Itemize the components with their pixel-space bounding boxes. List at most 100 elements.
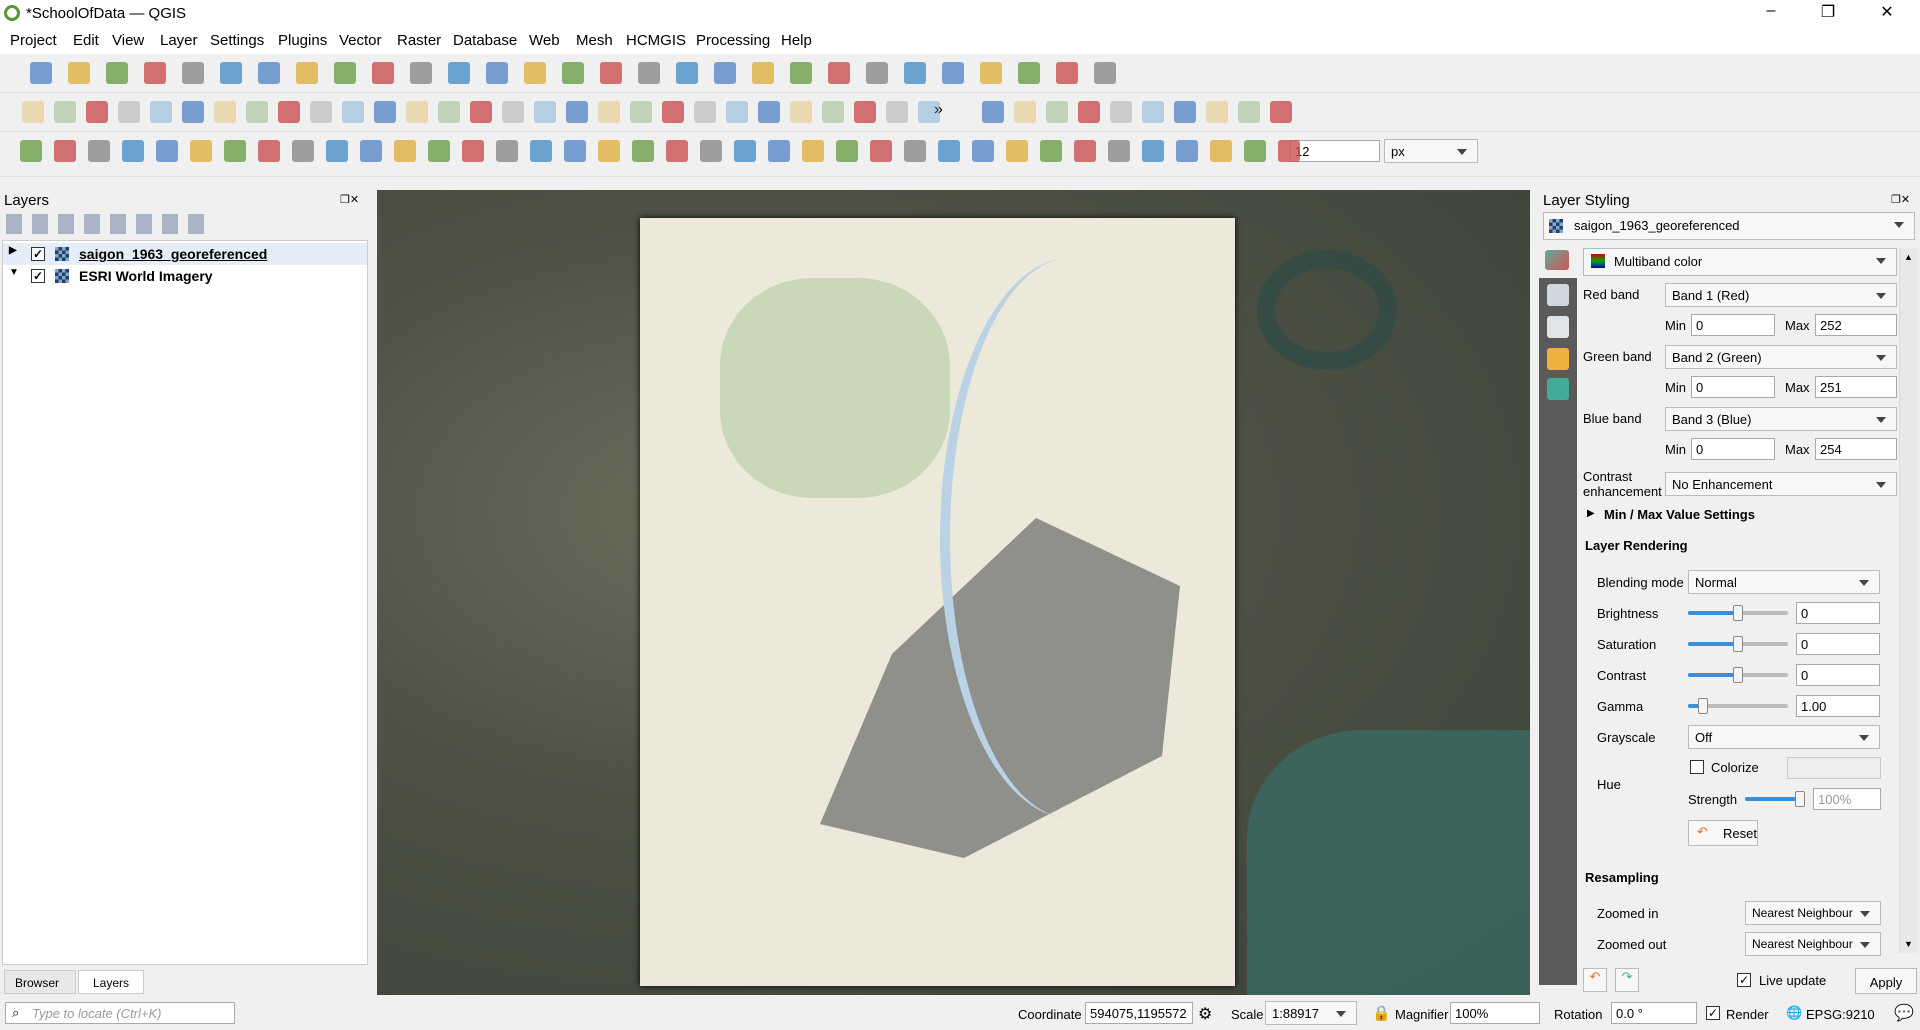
toolbar-tool-icon[interactable] [406,101,428,123]
map-canvas[interactable] [377,190,1530,995]
toolbar-tool-icon[interactable] [214,101,236,123]
toolbar-tool-icon[interactable] [534,101,556,123]
toolbar-tool-icon[interactable] [566,101,588,123]
undo-button[interactable]: ↶ [1583,968,1607,992]
toolbar-tool-icon[interactable] [734,140,756,162]
toolbar-tool-icon[interactable] [694,101,716,123]
contrast-enhancement-select[interactable]: No Enhancement [1665,472,1897,496]
green-min-input[interactable]: 0 [1691,376,1775,398]
toolbar-tool-icon[interactable] [942,62,964,84]
magnifier-spinbox[interactable]: 100% [1450,1002,1540,1024]
toolbar-tool-icon[interactable] [106,62,128,84]
tab-browser[interactable]: Browser [4,970,76,994]
tab-layers[interactable]: Layers [78,970,144,994]
toolbar-tool-icon[interactable] [1056,62,1078,84]
toolbar-tool-icon[interactable] [448,62,470,84]
toolbar-tool-icon[interactable] [372,62,394,84]
toolbar-tool-icon[interactable] [1142,140,1164,162]
toolbar-tool-icon[interactable] [1074,140,1096,162]
panel-close-icon[interactable]: ❐✕ [1891,193,1910,206]
toolbar-tool-icon[interactable] [972,140,994,162]
toolbar-tool-icon[interactable] [20,140,42,162]
toolbar-tool-icon[interactable] [870,140,892,162]
toolbar-tool-icon[interactable] [410,62,432,84]
toolbar-tool-icon[interactable] [1108,140,1130,162]
toolbar-tool-icon[interactable] [980,62,1002,84]
layer-select[interactable]: saigon_1963_georeferenced [1543,212,1915,240]
scale-select[interactable]: 1:88917 [1265,1001,1357,1025]
toolbar-tool-icon[interactable] [758,101,780,123]
menu-view[interactable]: View [112,32,144,49]
toolbar-tool-icon[interactable] [1270,101,1292,123]
toolbar-tool-icon[interactable] [296,62,318,84]
toolbar-tool-icon[interactable] [726,101,748,123]
gamma-spinbox[interactable]: 1.00 [1796,695,1880,717]
blue-max-input[interactable]: 254 [1815,438,1897,460]
colorize-color-button[interactable] [1787,757,1881,779]
layer-item[interactable]: ▶ ✓ saigon_1963_georeferenced [3,243,367,265]
grayscale-select[interactable]: Off [1688,725,1880,749]
panel-close-icon[interactable]: ❐✕ [340,193,359,206]
saturation-slider[interactable] [1688,636,1788,652]
coordinate-input[interactable]: 594075,1195572 [1085,1002,1193,1024]
toolbar-tool-icon[interactable] [1174,101,1196,123]
font-size-input[interactable]: 12 [1290,140,1380,162]
colorize-checkbox[interactable] [1690,760,1704,774]
toolbar-tool-icon[interactable] [54,101,76,123]
render-checkbox[interactable]: ✓ [1706,1006,1720,1020]
toolbar-tool-icon[interactable] [600,62,622,84]
lock-icon[interactable]: 🔒 [1372,1004,1391,1022]
toolbar-tool-icon[interactable] [438,101,460,123]
brightness-spinbox[interactable]: 0 [1796,602,1880,624]
toolbar-tool-icon[interactable] [278,101,300,123]
toolbar-tool-icon[interactable] [524,62,546,84]
messages-icon[interactable]: 💬 [1894,1003,1914,1023]
toolbar-tool-icon[interactable] [904,62,926,84]
toolbar-tool-icon[interactable] [828,62,850,84]
toolbar-tool-icon[interactable] [666,140,688,162]
toolbar-tool-icon[interactable] [118,101,140,123]
toolbar-tool-icon[interactable] [68,62,90,84]
maximize-button[interactable]: ❐ [1805,2,1851,26]
expand-icon[interactable]: ▶ [1587,508,1595,519]
toolbar-tool-icon[interactable] [88,140,110,162]
contrast-spinbox[interactable]: 0 [1796,664,1880,686]
menu-plugins[interactable]: Plugins [278,32,327,49]
toolbar-tool-icon[interactable] [982,101,1004,123]
red-max-input[interactable]: 252 [1815,314,1897,336]
brightness-slider[interactable] [1688,605,1788,621]
toolbar-tool-icon[interactable] [1176,140,1198,162]
toolbar-tool-icon[interactable] [1238,101,1260,123]
locator-input[interactable]: Type to locate (Ctrl+K) [5,1002,235,1024]
toolbar-tool-icon[interactable] [836,140,858,162]
toolbar-tool-icon[interactable] [802,140,824,162]
history-icon[interactable] [1547,378,1569,400]
toolbar-tool-icon[interactable] [638,62,660,84]
toolbar-tool-icon[interactable] [190,140,212,162]
green-max-input[interactable]: 251 [1815,376,1897,398]
toolbar-tool-icon[interactable] [292,140,314,162]
blending-mode-select[interactable]: Normal [1688,570,1880,594]
toolbar-tool-icon[interactable] [374,101,396,123]
toolbar-tool-icon[interactable] [310,101,332,123]
menu-raster[interactable]: Raster [397,32,441,49]
layer-item[interactable]: ▼ ✓ ESRI World Imagery [3,265,367,287]
toolbar-tool-icon[interactable] [428,140,450,162]
layer-name[interactable]: ESRI World Imagery [79,268,213,284]
contrast-slider[interactable] [1688,667,1788,683]
transparency-icon[interactable] [1547,284,1569,306]
toolbar-tool-icon[interactable] [564,140,586,162]
toolbar-tool-icon[interactable] [122,140,144,162]
layer-visibility-checkbox[interactable]: ✓ [31,247,45,261]
toolbar-tool-icon[interactable] [1110,101,1132,123]
layer-name[interactable]: saigon_1963_georeferenced [79,246,267,262]
toolbar-tool-icon[interactable] [326,140,348,162]
toolbar-tool-icon[interactable] [822,101,844,123]
layer-visibility-checkbox[interactable]: ✓ [31,269,45,283]
toolbar-tool-icon[interactable] [54,140,76,162]
toolbar-tool-icon[interactable] [334,62,356,84]
blue-band-select[interactable]: Band 3 (Blue) [1665,407,1897,431]
toolbar-tool-icon[interactable] [1244,140,1266,162]
toolbar-tool-icon[interactable] [1006,140,1028,162]
menu-hcmgis[interactable]: HCMGIS [626,32,686,49]
